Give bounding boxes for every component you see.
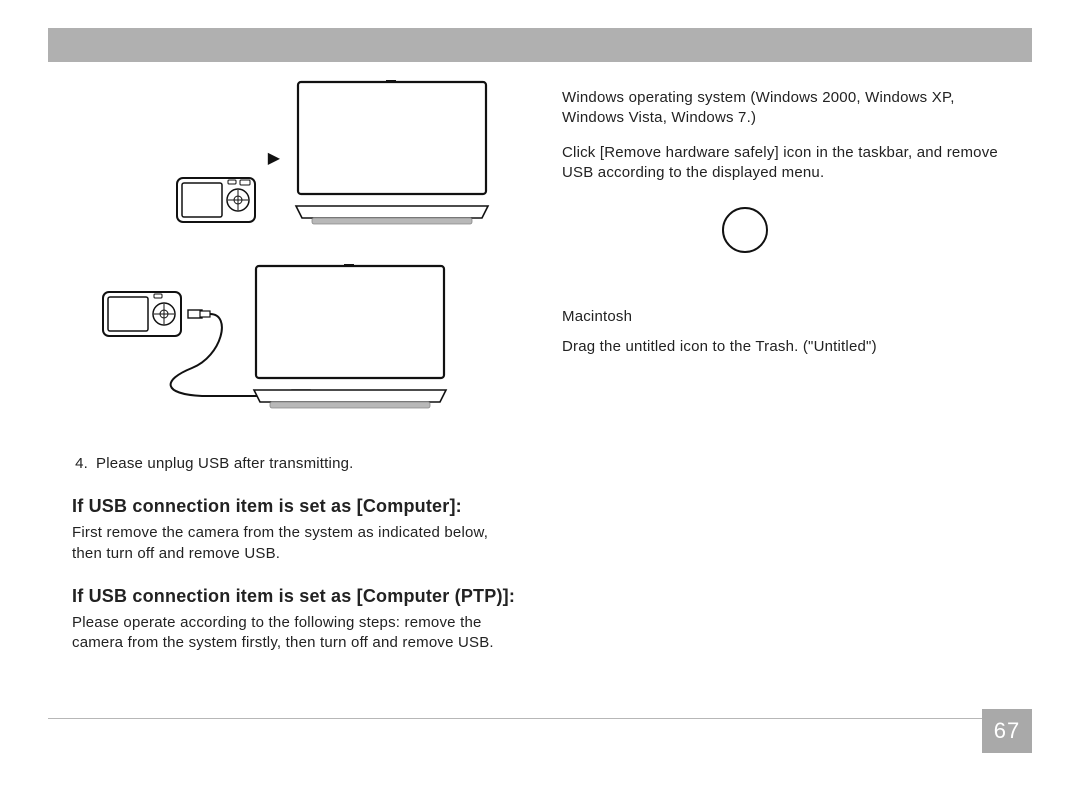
macintosh-body: Drag the untitled icon to the Trash. ("U… [562,337,1012,357]
content-columns: ▶ [72,70,1012,720]
circle-placeholder-icon [722,207,768,253]
footer-rule [48,718,1032,719]
arrow-icon: ▶ [268,148,280,168]
step-4-number: 4. [72,454,88,474]
section-computer-body: First remove the camera from the system … [72,523,522,564]
windows-os-list: Windows operating system (Windows 2000, … [562,88,1012,129]
right-column: Windows operating system (Windows 2000, … [562,70,1012,720]
figure-usb-direct: ▶ [72,78,522,228]
figure-usb-cable [72,256,522,426]
step-4: 4. Please unplug USB after transmitting. [72,454,522,474]
monitor-icon [292,78,492,228]
section-computer-ptp-body: Please operate according to the followin… [72,613,522,654]
header-band [48,28,1032,62]
left-column: ▶ [72,70,522,720]
step-4-text: Please unplug USB after transmitting. [96,454,354,474]
section-computer-ptp-heading: If USB connection item is set as [Comput… [72,586,522,607]
macintosh-heading: Macintosh [562,307,1012,327]
manual-page: ▶ [0,0,1080,785]
windows-instructions: Click [Remove hardware safely] icon in t… [562,143,1012,184]
camera-cable-monitor-icon [72,256,452,426]
page-number: 67 [982,709,1032,753]
camera-icon [176,172,256,228]
section-computer-heading: If USB connection item is set as [Comput… [72,496,522,517]
